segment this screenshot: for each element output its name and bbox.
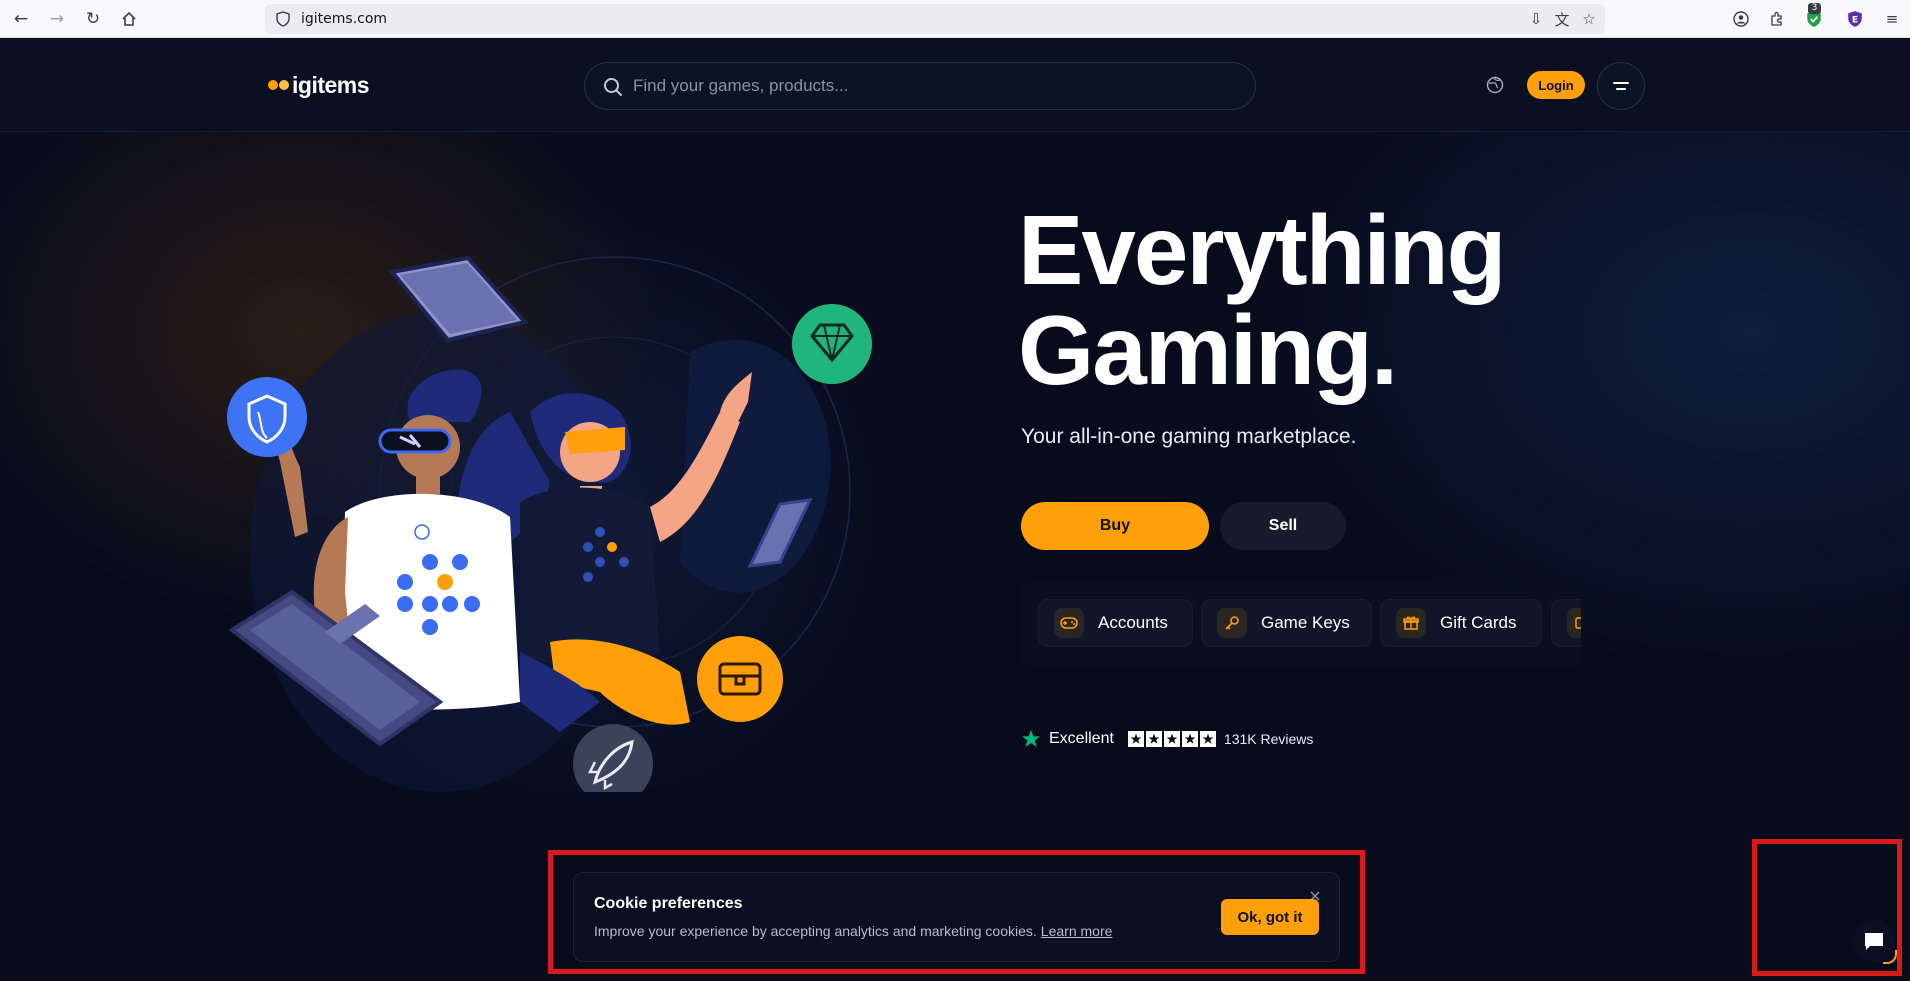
star-icon (1163, 731, 1180, 747)
category-label: Accounts (1098, 613, 1168, 632)
rocket-badge-icon (573, 724, 653, 792)
cookie-text: Improve your experience by accepting ana… (594, 923, 1112, 939)
category-game-keys[interactable]: Game Keys (1201, 599, 1372, 647)
category-label: Gift Cards (1440, 613, 1517, 632)
hero-headline: Everything Gaming. (1018, 195, 1506, 405)
e-extension-icon[interactable]: E (1843, 6, 1867, 32)
category-gift-cards[interactable]: Gift Cards (1380, 599, 1542, 647)
chat-widget-button[interactable] (1853, 920, 1897, 964)
chest-badge-icon (697, 636, 783, 722)
reload-icon[interactable]: ↻ (80, 6, 106, 32)
star-icon (1199, 731, 1216, 747)
cookie-banner: Cookie preferences Improve your experien… (573, 872, 1340, 962)
key-icon (1217, 608, 1247, 638)
rating-label: Excellent (1049, 730, 1114, 747)
star-icon (1127, 731, 1144, 747)
category-accounts[interactable]: Accounts (1038, 599, 1193, 647)
cookie-title: Cookie preferences (594, 895, 743, 912)
site-shield-icon (276, 11, 290, 27)
language-currency-icon[interactable] (1482, 72, 1508, 98)
gamepad-icon (1054, 608, 1084, 638)
star-icon (1181, 731, 1198, 747)
star-icon (1145, 731, 1162, 747)
headline-line-2: Gaming. (1018, 295, 1398, 405)
category-label: Game Keys (1261, 613, 1350, 632)
save-page-icon[interactable]: ⇩ (1525, 8, 1547, 30)
logo-dots (268, 80, 289, 90)
hamburger-icon (1613, 82, 1629, 90)
logo-dot (268, 80, 278, 90)
trustpilot-rating[interactable]: Excellent 131K Reviews (1021, 727, 1313, 751)
shield-badge-icon (227, 377, 307, 457)
bookmark-star-icon[interactable]: ☆ (1578, 8, 1600, 30)
logo-dot (279, 80, 289, 90)
forward-icon[interactable]: → (44, 6, 70, 32)
extensions-icon[interactable] (1765, 6, 1789, 32)
svg-text:E: E (1852, 15, 1858, 25)
browser-menu-icon[interactable]: ≡ (1880, 6, 1904, 32)
buy-button[interactable]: Buy (1021, 502, 1209, 550)
accept-cookies-button[interactable]: Ok, got it (1221, 899, 1319, 935)
trustpilot-star-icon (1022, 730, 1040, 747)
translate-icon[interactable]: 文 (1551, 8, 1573, 30)
back-icon[interactable]: ← (8, 6, 34, 32)
account-icon[interactable] (1729, 6, 1753, 32)
card-icon (1567, 608, 1581, 638)
url-text: igitems.com (301, 11, 388, 27)
category-strip: Accounts Game Keys Gift Cards (1021, 582, 1581, 666)
browser-toolbar: ← → ↻ igitems.com ⇩ 文 ☆ 3 E ≡ (0, 0, 1910, 38)
menu-button[interactable] (1597, 62, 1645, 110)
diamond-badge-icon (792, 304, 872, 384)
search-input[interactable] (633, 63, 1233, 109)
logo-text: igitems (292, 71, 370, 98)
chat-bubble-icon (1865, 933, 1883, 950)
rating-stars (1127, 731, 1216, 747)
site-header: igitems Login (0, 38, 1910, 132)
hero-subtitle: Your all-in-one gaming marketplace. (1021, 425, 1357, 448)
learn-more-link[interactable]: Learn more (1041, 923, 1113, 939)
home-icon[interactable] (116, 6, 142, 32)
cookie-message: Improve your experience by accepting ana… (594, 923, 1037, 939)
hero-illustration (227, 255, 872, 792)
logo[interactable]: igitems (268, 70, 370, 100)
review-count: 131K Reviews (1223, 731, 1314, 747)
sell-button[interactable]: Sell (1220, 502, 1346, 550)
search-bar[interactable] (584, 62, 1256, 110)
gift-icon (1396, 608, 1426, 638)
category-next-partial[interactable] (1551, 599, 1581, 647)
extension-badge: 3 (1808, 3, 1821, 14)
headline-line-1: Everything (1018, 195, 1506, 305)
search-icon (604, 78, 622, 96)
login-button[interactable]: Login (1527, 71, 1585, 99)
address-bar[interactable]: igitems.com ⇩ 文 ☆ (265, 4, 1605, 34)
